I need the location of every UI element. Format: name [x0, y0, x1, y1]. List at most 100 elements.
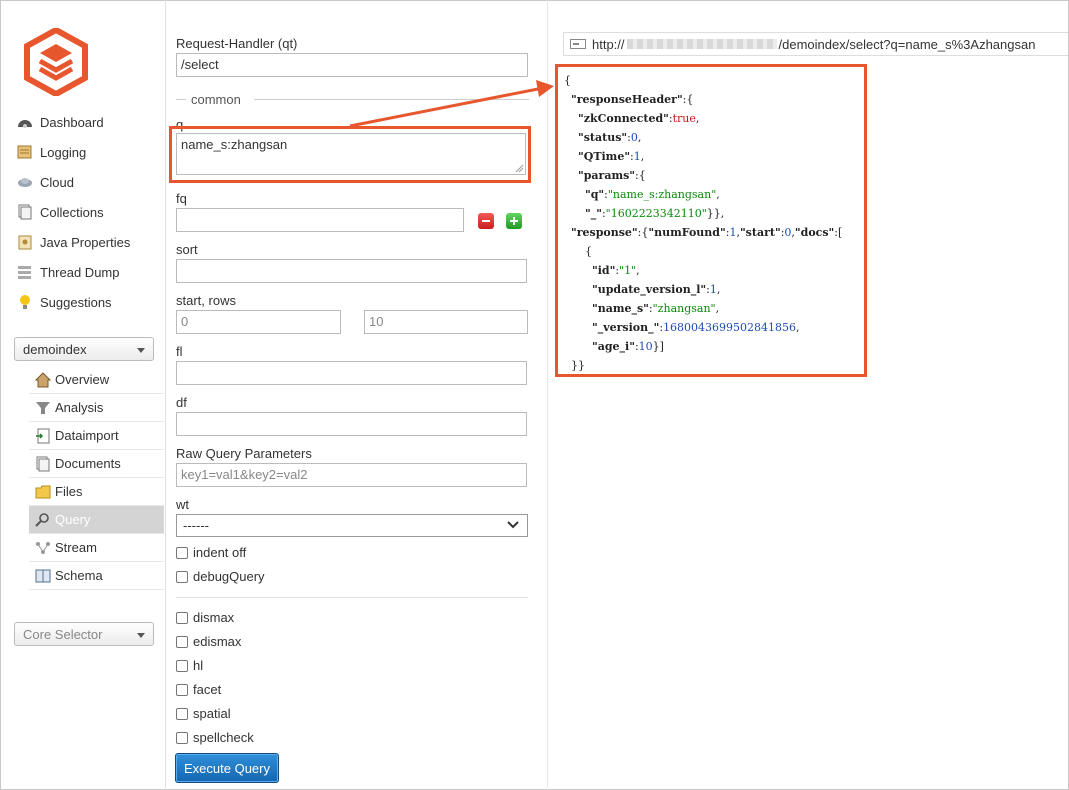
core-nav-item-label: Overview — [55, 372, 110, 387]
json-line: "status":0, — [578, 131, 642, 144]
nav-item-cloud[interactable]: Cloud — [16, 170, 74, 194]
q-highlight-box — [169, 126, 531, 183]
logging-icon — [16, 144, 34, 160]
nav-item-java-properties[interactable]: Java Properties — [16, 230, 130, 254]
facet-checkbox[interactable]: facet — [176, 682, 221, 697]
nav-item-label: Logging — [40, 144, 87, 160]
core-nav-item-stream[interactable]: Stream — [29, 534, 164, 562]
solr-logo-icon — [24, 28, 88, 96]
core-nav-item-overview[interactable]: Overview — [29, 366, 164, 394]
core-nav-item-files[interactable]: Files — [29, 478, 164, 506]
checkbox-label: indent off — [193, 545, 247, 560]
core-nav-item-label: Files — [55, 484, 83, 499]
suggestions-icon — [16, 294, 34, 310]
core-selector-placeholder: Core Selector — [23, 626, 103, 642]
checkbox-box[interactable] — [176, 570, 188, 583]
checkbox-box[interactable] — [176, 683, 188, 696]
fl-input[interactable] — [176, 361, 527, 385]
core-select-value: demoindex — [23, 341, 87, 357]
json-line: "response":{"numFound":1,"start":0,"docs… — [571, 226, 843, 239]
search-icon — [35, 512, 51, 528]
response-json: { "responseHeader":{ "zkConnected":true,… — [555, 64, 867, 377]
wt-select[interactable]: ------ — [176, 514, 528, 537]
checkbox-label: debugQuery — [193, 569, 265, 584]
query-form-panel — [165, 0, 547, 790]
checkbox-box[interactable] — [176, 707, 188, 720]
thread-dump-icon — [16, 264, 34, 280]
checkbox-box[interactable] — [176, 731, 188, 744]
edismax-checkbox[interactable]: edismax — [176, 634, 241, 649]
raw-query-label: Raw Query Parameters — [176, 446, 312, 461]
json-line: "_version_":1680043699502841856, — [591, 321, 800, 334]
core-nav-item-analysis[interactable]: Analysis — [29, 394, 164, 422]
json-line: "zkConnected":true, — [578, 112, 700, 125]
nav-item-label: Dashboard — [40, 114, 104, 130]
hl-checkbox[interactable]: hl — [176, 658, 203, 673]
indent-off-checkbox[interactable]: indent off — [176, 545, 246, 560]
caret-down-icon — [137, 348, 145, 353]
spatial-checkbox[interactable]: spatial — [176, 706, 231, 721]
folder-icon — [35, 484, 51, 500]
nav-item-dashboard[interactable]: Dashboard — [16, 110, 104, 134]
sort-label: sort — [176, 242, 198, 257]
nav-item-label: Thread Dump — [40, 264, 120, 280]
json-line: { — [584, 245, 592, 258]
funnel-icon — [35, 400, 51, 416]
home-icon — [34, 371, 52, 388]
core-selector[interactable]: Core Selector — [14, 622, 154, 646]
json-line: { — [564, 74, 571, 87]
json-line: "age_i":10}] — [591, 340, 664, 353]
add-fq-button[interactable] — [506, 213, 522, 229]
core-nav-item-documents[interactable]: Documents — [29, 450, 164, 478]
documents-icon — [35, 456, 51, 472]
rows-input[interactable]: 10 — [364, 310, 528, 334]
request-handler-label: Request-Handler (qt) — [176, 36, 298, 51]
request-handler-input[interactable]: /select — [176, 53, 528, 77]
dataimport-icon — [35, 428, 51, 444]
json-line: }} — [571, 359, 585, 372]
page-icon — [570, 39, 586, 49]
core-nav-item-schema[interactable]: Schema — [29, 562, 164, 590]
nav-item-suggestions[interactable]: Suggestions — [16, 290, 112, 314]
core-select[interactable]: demoindex — [14, 337, 154, 361]
nav-item-collections[interactable]: Collections — [16, 200, 104, 224]
nav-item-label: Cloud — [40, 174, 74, 190]
core-nav-item-label: Schema — [55, 568, 103, 583]
json-line: "responseHeader":{ — [571, 93, 694, 106]
nav-item-label: Java Properties — [40, 234, 131, 250]
response-url-link[interactable]: http:// /demoindex/select?q=name_s%3Azha… — [563, 32, 1068, 56]
json-line: "name_s":"zhangsan", — [591, 302, 720, 315]
core-nav-item-label: Query — [55, 512, 91, 527]
fq-input[interactable] — [176, 208, 464, 232]
url-prefix: http:// — [592, 36, 625, 52]
raw-query-input[interactable]: key1=val1&key2=val2 — [176, 463, 527, 487]
checkbox-label: spatial — [193, 706, 231, 721]
start-input[interactable]: 0 — [176, 310, 341, 334]
core-nav-item-dataimport[interactable]: Dataimport — [29, 422, 164, 450]
spellcheck-checkbox[interactable]: spellcheck — [176, 730, 254, 745]
df-input[interactable] — [176, 412, 527, 436]
core-nav-item-label: Analysis — [55, 400, 104, 415]
checkbox-box[interactable] — [176, 659, 188, 672]
remove-fq-button[interactable] — [478, 213, 494, 229]
collections-icon — [16, 204, 34, 220]
checkbox-box[interactable] — [176, 546, 188, 559]
checkbox-box[interactable] — [176, 635, 188, 648]
wt-select-value: ------ — [183, 518, 209, 533]
schema-icon — [35, 568, 51, 584]
url-suffix: /demoindex/select?q=name_s%3Azhangsan — [778, 36, 1036, 52]
execute-query-button[interactable]: Execute Query — [175, 753, 279, 783]
sort-input[interactable] — [176, 259, 527, 283]
checkbox-box[interactable] — [176, 611, 188, 624]
core-nav-item-query[interactable]: Query — [29, 506, 164, 534]
checkbox-label: edismax — [193, 634, 242, 649]
checkbox-label: hl — [193, 658, 204, 673]
checkbox-label: facet — [193, 682, 222, 697]
dismax-checkbox[interactable]: dismax — [176, 610, 234, 625]
dashboard-icon — [16, 114, 34, 130]
core-nav-item-label: Documents — [55, 456, 121, 471]
nav-item-logging[interactable]: Logging — [16, 140, 86, 164]
nav-item-thread-dump[interactable]: Thread Dump — [16, 260, 119, 284]
redacted-host — [626, 39, 777, 49]
debug-query-checkbox[interactable]: debugQuery — [176, 569, 265, 584]
